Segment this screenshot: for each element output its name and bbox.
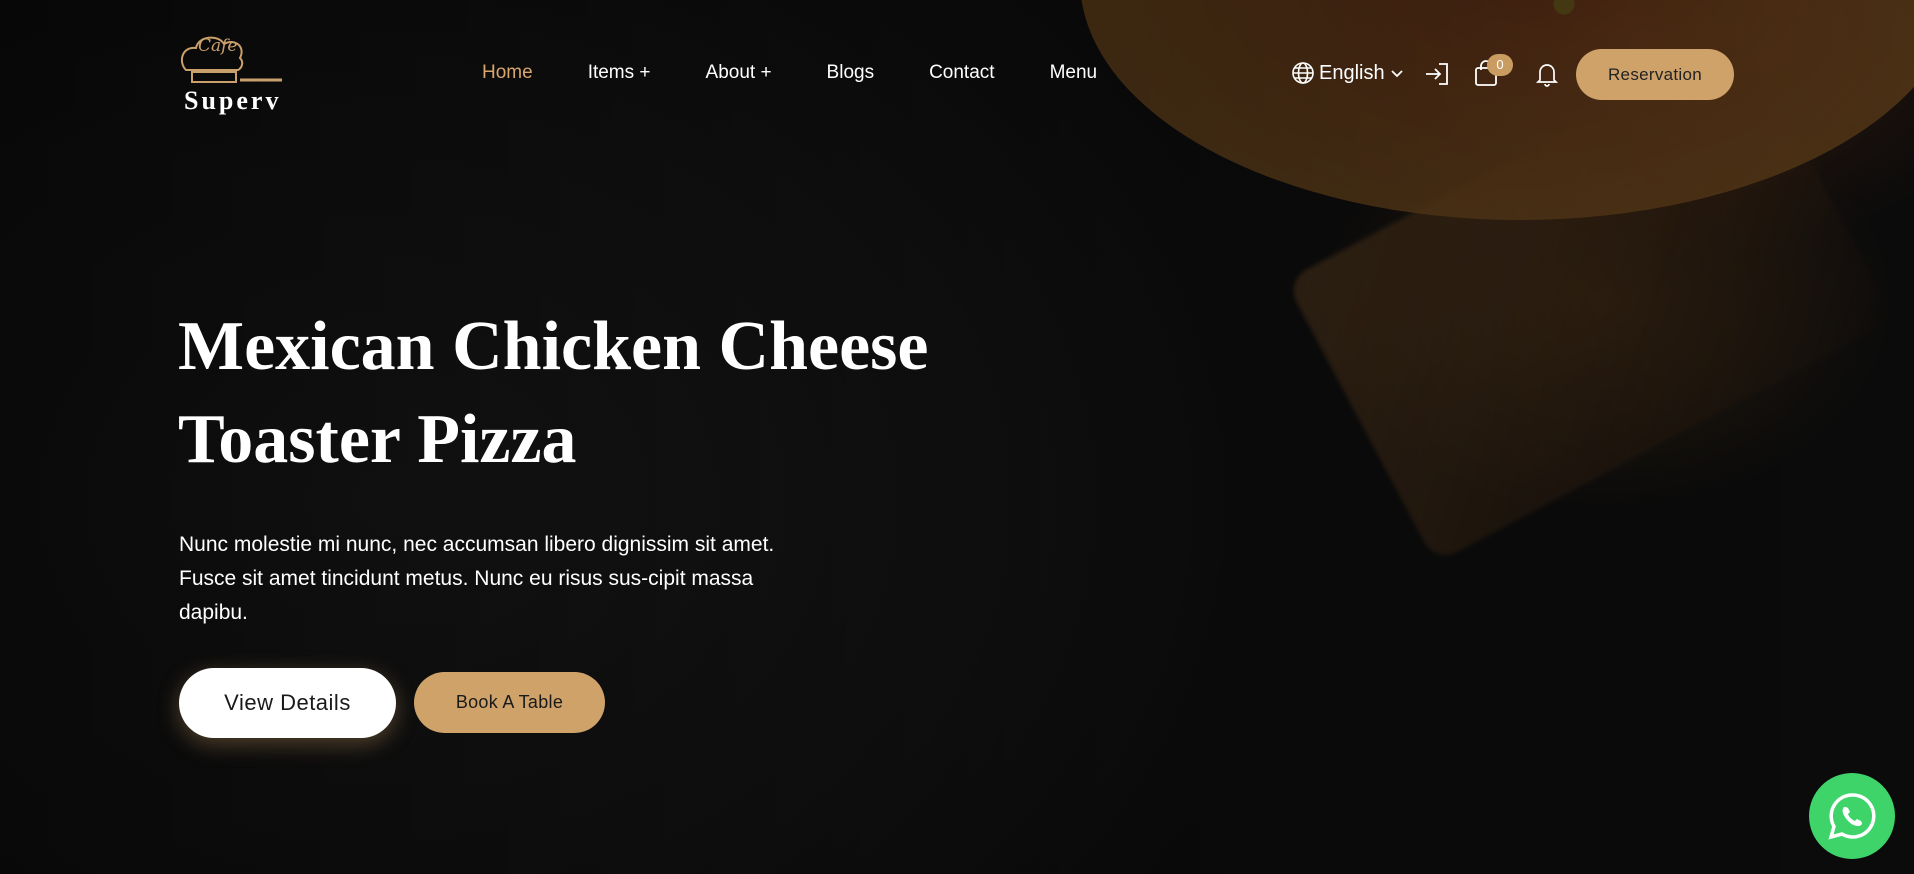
- nav-item-blogs[interactable]: Blogs: [827, 62, 875, 84]
- nav-item-menu[interactable]: Menu: [1050, 62, 1098, 84]
- hero-description: Nunc molestie mi nunc, nec accumsan libe…: [179, 528, 819, 630]
- language-label: English: [1319, 61, 1385, 84]
- hero-title-line-1: Mexican Chicken Cheese: [178, 308, 929, 385]
- hero-description-line-1: Nunc molestie mi nunc, nec accumsan libe…: [179, 533, 775, 556]
- globe-icon: [1292, 62, 1314, 84]
- nav-item-about[interactable]: About +: [706, 62, 772, 84]
- hero-title: Mexican Chicken Cheese Toaster Pizza: [178, 300, 1078, 486]
- hero-description-line-2: Fusce sit amet tincidunt metus. Nunc eu …: [179, 567, 754, 590]
- logo-name-text: Superv: [184, 86, 282, 115]
- reservation-button[interactable]: Reservation: [1576, 49, 1734, 100]
- login-icon[interactable]: [1424, 62, 1450, 86]
- hero-section: Cafe Superv Home Items + About + Blogs C…: [0, 0, 1914, 874]
- site-logo[interactable]: Cafe Superv: [178, 30, 290, 118]
- nav-item-home[interactable]: Home: [482, 62, 533, 84]
- cart-count-badge: 0: [1487, 54, 1513, 76]
- hero-description-line-3: dapibu.: [179, 601, 248, 624]
- book-table-button[interactable]: Book A Table: [414, 672, 605, 733]
- nav-item-contact[interactable]: Contact: [929, 62, 994, 84]
- whatsapp-button[interactable]: [1809, 773, 1895, 859]
- logo-cafe-text: Cafe: [198, 36, 238, 56]
- bell-icon[interactable]: [1535, 61, 1559, 87]
- main-nav: Home Items + About + Blogs Contact Menu: [482, 62, 1152, 84]
- view-details-button[interactable]: View Details: [179, 668, 396, 738]
- hero-title-line-2: Toaster Pizza: [178, 401, 577, 478]
- nav-item-items[interactable]: Items +: [588, 62, 651, 84]
- language-selector[interactable]: English: [1291, 61, 1409, 85]
- chevron-down-icon: [1390, 70, 1403, 78]
- whatsapp-icon: [1828, 793, 1876, 840]
